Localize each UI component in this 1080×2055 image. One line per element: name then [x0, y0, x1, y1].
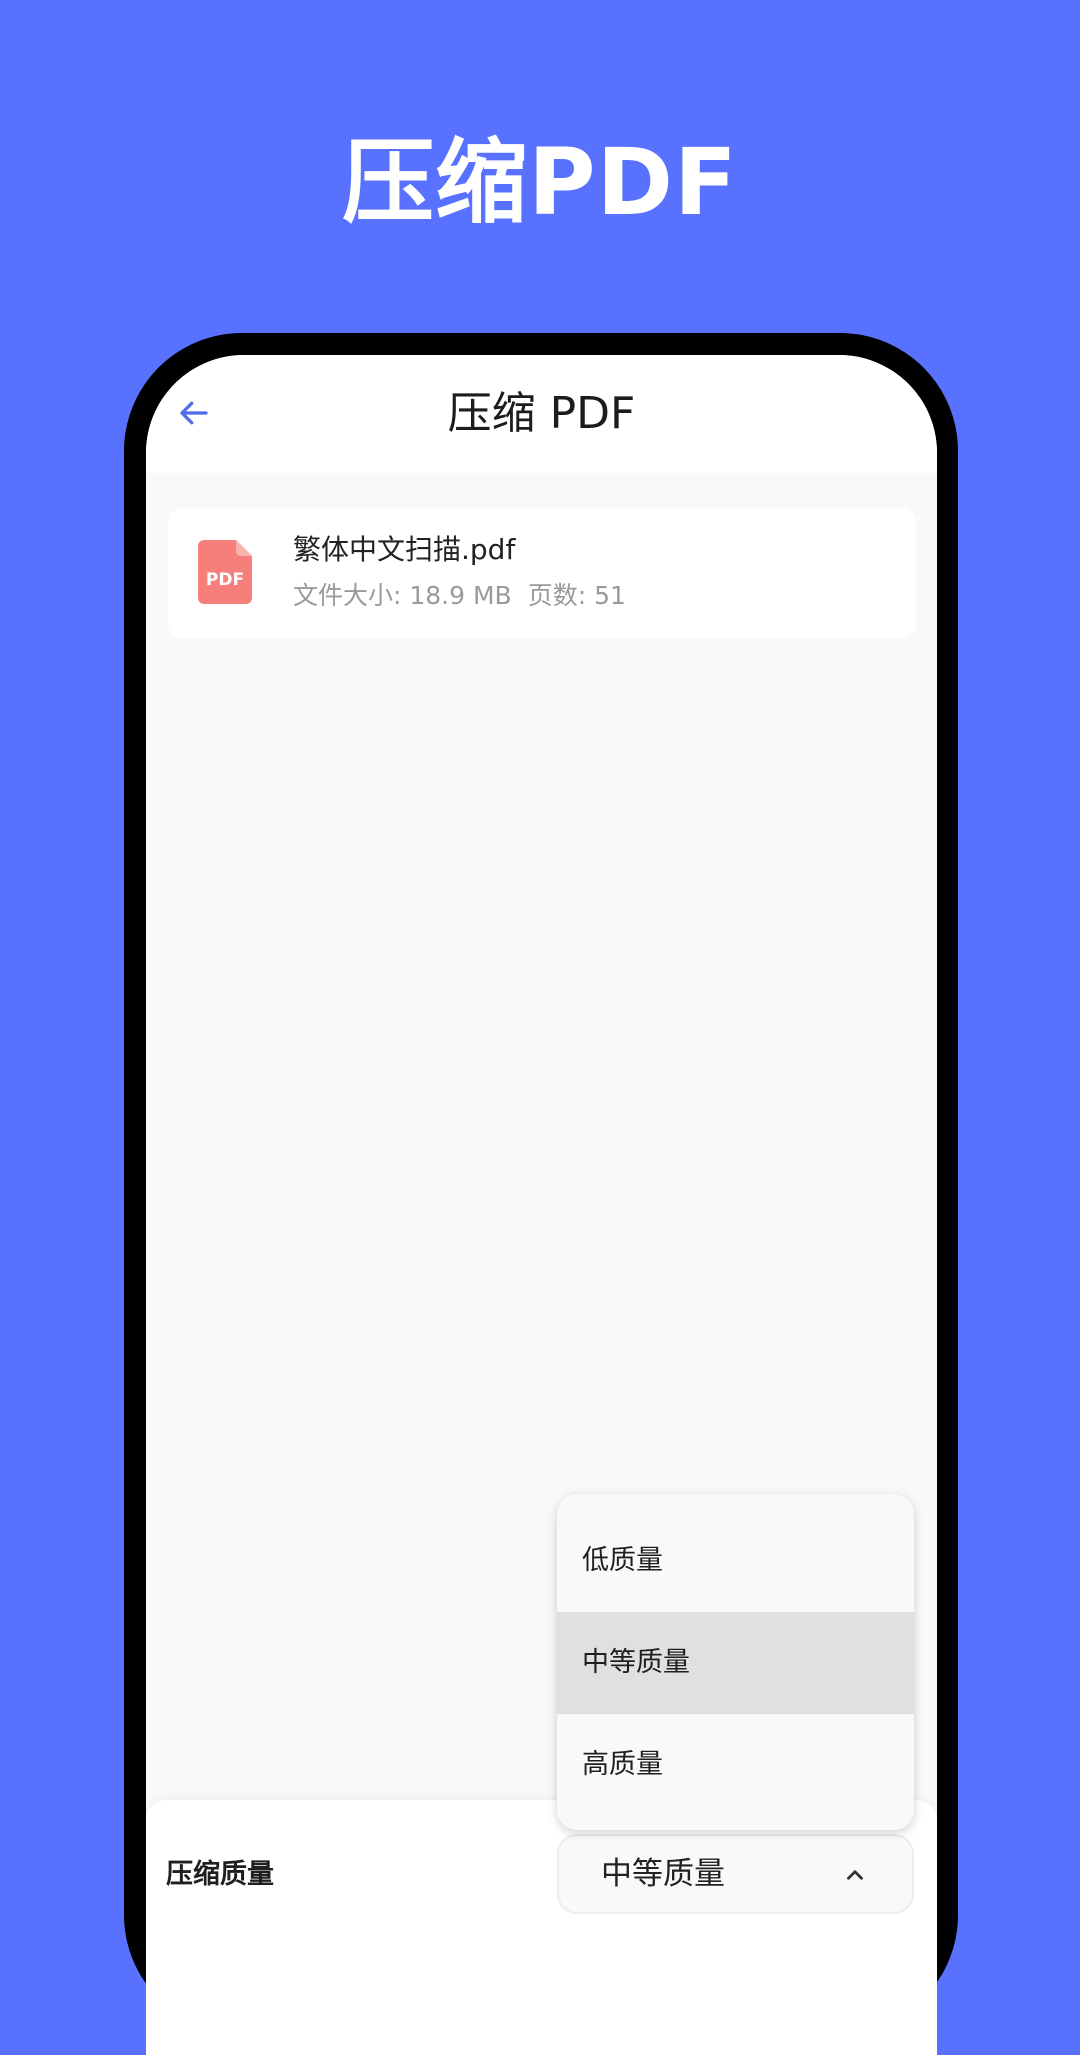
- promo-title: 压缩PDF: [342, 129, 738, 236]
- quality-dropdown-menu: 低质量 中等质量 高质量: [557, 1494, 914, 1830]
- quality-select[interactable]: 中等质量: [557, 1834, 914, 1914]
- dropdown-option-high[interactable]: 高质量: [557, 1714, 914, 1816]
- compression-quality-label: 压缩质量: [166, 1859, 274, 1890]
- file-card[interactable]: PDF 繁体中文扫描.pdf 文件大小: 18.9 MB 页数: 51: [168, 508, 916, 638]
- page-count: 页数: 51: [527, 581, 626, 610]
- bottom-panel: 压缩质量 中等质量: [146, 1800, 937, 2055]
- dropdown-option-label: 高质量: [582, 1749, 663, 1780]
- dropdown-option-medium[interactable]: 中等质量: [557, 1612, 914, 1714]
- chevron-up-icon: [847, 1870, 863, 1880]
- pdf-file-icon: PDF: [198, 540, 252, 604]
- phone-screen: 压缩 PDF PDF 繁体中文扫描.pdf 文件大小: 18.9 MB 页数: 5…: [146, 355, 937, 2055]
- file-name: 繁体中文扫描.pdf: [293, 533, 516, 566]
- dropdown-option-label: 中等质量: [582, 1647, 690, 1678]
- file-meta: 文件大小: 18.9 MB 页数: 51: [293, 578, 626, 614]
- app-bar: 压缩 PDF: [146, 355, 937, 473]
- file-size: 文件大小: 18.9 MB: [293, 581, 512, 610]
- page-title: 压缩 PDF: [447, 388, 636, 439]
- dropdown-option-low[interactable]: 低质量: [557, 1510, 914, 1612]
- quality-select-value: 中等质量: [601, 1856, 725, 1892]
- dropdown-option-label: 低质量: [582, 1545, 663, 1576]
- svg-text:PDF: PDF: [206, 570, 244, 590]
